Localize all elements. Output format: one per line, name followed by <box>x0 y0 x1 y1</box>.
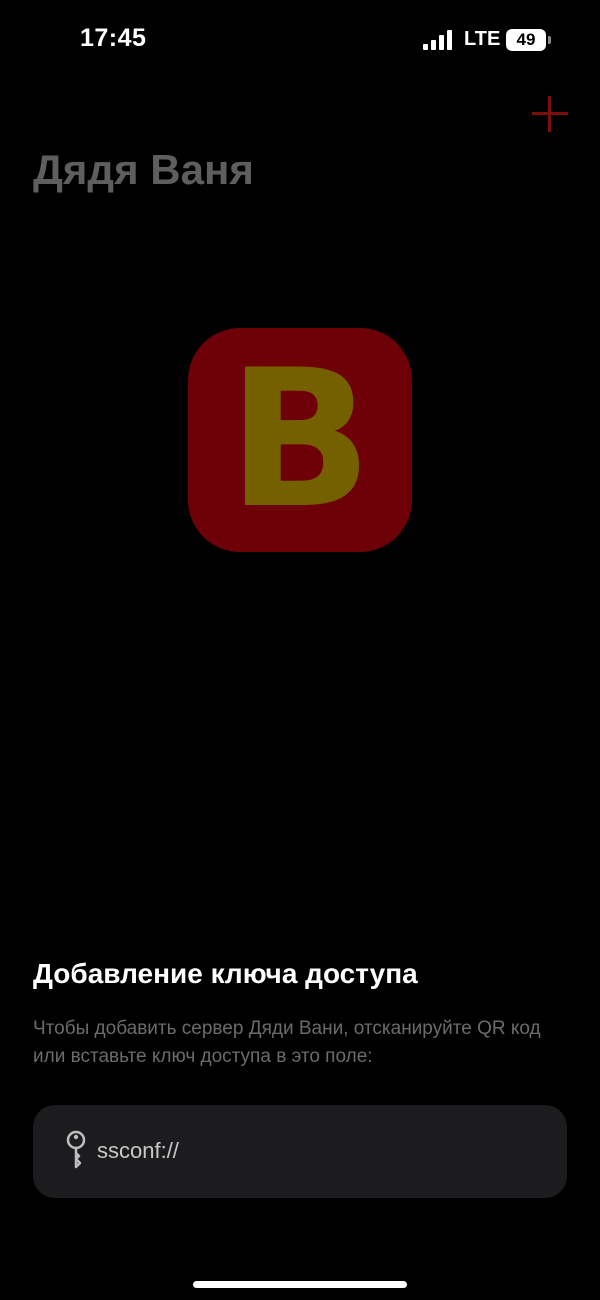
app-logo: B <box>188 328 412 552</box>
battery-level: 49 <box>516 30 536 49</box>
signal-icon <box>423 30 455 50</box>
access-key-input[interactable] <box>97 1133 537 1169</box>
access-key-field[interactable] <box>33 1105 567 1198</box>
page-title: Дядя Ваня <box>33 146 254 193</box>
section-heading: Добавление ключа доступа <box>33 958 418 989</box>
battery-cap <box>548 36 551 44</box>
add-server-button[interactable] <box>528 92 572 136</box>
network-label: LTE <box>464 28 501 50</box>
key-icon <box>66 1130 86 1169</box>
logo-letter: B <box>227 329 373 550</box>
section-description: Чтобы добавить сервер Дяди Вани, отскани… <box>33 1018 541 1067</box>
status-time: 17:45 <box>80 24 147 52</box>
battery-icon: 49 <box>506 29 546 51</box>
status-bar: 17:45 LTE 49 <box>0 0 600 84</box>
home-indicator[interactable] <box>193 1281 407 1288</box>
